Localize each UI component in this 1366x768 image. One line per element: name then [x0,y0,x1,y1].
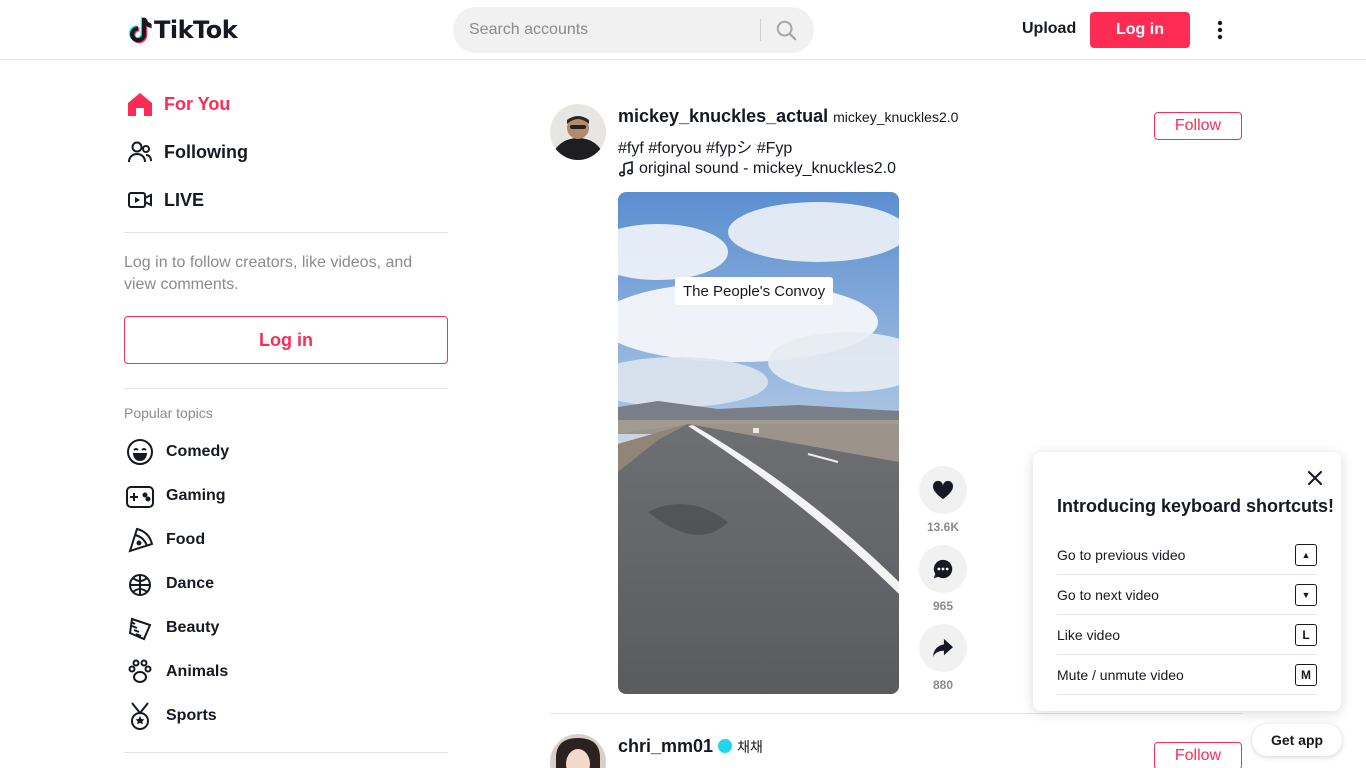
nav-label: Following [164,141,248,162]
topic-label: Food [166,531,206,548]
follow-button[interactable]: Follow [1154,742,1242,768]
keyboard-shortcuts-popup: Introducing keyboard shortcuts! Go to pr… [1033,452,1341,711]
shortcuts-title: Introducing keyboard shortcuts! [1057,496,1335,516]
search-input[interactable] [469,21,759,39]
logo-text: TikTok [154,16,238,44]
video-player[interactable]: The People's Convoy [618,192,899,694]
share-action[interactable]: 880 [919,624,967,692]
search-divider [760,19,761,41]
post-caption[interactable]: #fyf #foryou #fypシ #Fyp [618,134,792,158]
topic-animals[interactable]: Animals [124,652,228,692]
topic-label: Sports [166,707,217,724]
topic-label: Dance [166,575,215,592]
author-nickname: mickey_knuckles2.0 [833,109,959,125]
shortcut-label: Go to next video [1057,586,1159,603]
close-button[interactable] [1303,466,1327,490]
like-button[interactable] [919,466,967,514]
author-username[interactable]: mickey_knuckles_actual [618,106,828,127]
food-icon [124,524,156,556]
sound-label: original sound - mickey_knuckles2.0 [639,160,897,177]
like-count: 13.6K [926,520,960,534]
heart-icon [932,480,954,500]
nav-live[interactable]: LIVE [124,180,448,220]
shortcut-label: Like video [1057,626,1121,643]
shortcut-key: L [1295,623,1317,646]
shortcut-row: Go to next video ▼ [1057,575,1317,615]
music-note-icon [618,161,634,177]
shortcut-label: Go to previous video [1057,546,1186,563]
search-bar [453,7,814,53]
video-text-overlay: The People's Convoy [675,277,834,305]
gaming-icon [124,480,156,512]
upload-button[interactable]: Upload [1016,13,1082,45]
post-sound[interactable]: original sound - mickey_knuckles2.0 [618,160,896,178]
live-icon [124,184,156,216]
topic-food[interactable]: Food [124,520,205,560]
left-sidebar: For You Following LIVE Log in to follow … [124,60,448,768]
like-action[interactable]: 13.6K [919,466,967,534]
nav-label: For You [164,93,231,114]
post-author[interactable]: chri_mm01 채채 [618,736,763,757]
search-button[interactable] [771,17,801,43]
sidebar-login-button[interactable]: Log in [124,316,448,364]
animals-icon [124,656,156,688]
search-icon [776,20,797,41]
follow-button[interactable]: Follow [1154,112,1242,140]
post-divider [550,713,1242,714]
topic-dance[interactable]: Dance [124,564,214,604]
shortcut-row: Like video L [1057,615,1317,655]
nav-for-you[interactable]: For You [124,84,448,124]
shortcut-row: Mute / unmute video M [1057,655,1317,695]
more-menu-button[interactable] [1208,14,1232,46]
feed-post: chri_mm01 채채 [550,734,1242,768]
topic-gaming[interactable]: Gaming [124,476,226,516]
sidebar-divider [124,388,448,389]
sidebar-divider [124,232,448,233]
shortcut-row: Go to previous video ▲ [1057,535,1317,575]
topic-beauty[interactable]: Beauty [124,608,219,648]
comment-icon [933,559,953,579]
sidebar-divider [124,752,448,753]
more-vertical-icon [1217,20,1223,40]
get-app-button[interactable]: Get app [1252,724,1342,756]
login-hint-text: Log in to follow creators, like videos, … [124,254,413,293]
comment-action[interactable]: 965 [919,545,967,613]
people-icon [124,136,156,168]
shortcut-label: Mute / unmute video [1057,666,1184,683]
share-count: 880 [932,678,954,692]
top-header: TikTok Upload Log in [0,0,1366,60]
topic-label: Comedy [166,443,230,460]
author-nickname: 채채 [737,739,763,755]
popular-topics-title: Popular topics [124,405,213,421]
avatar[interactable] [550,734,606,768]
topic-label: Beauty [166,619,220,636]
shortcut-key: ▼ [1295,583,1317,606]
beauty-icon [124,612,156,644]
author-username[interactable]: chri_mm01 [618,736,713,757]
comment-button[interactable] [919,545,967,593]
header-login-button[interactable]: Log in [1090,12,1190,48]
home-icon [124,88,156,120]
share-button[interactable] [919,624,967,672]
comedy-icon [124,436,156,468]
sports-icon [124,700,156,732]
nav-following[interactable]: Following [124,132,448,172]
shortcut-key: ▲ [1295,543,1317,566]
share-icon [933,638,953,658]
topic-comedy[interactable]: Comedy [124,432,229,472]
tiktok-logo-icon [128,17,152,44]
verified-badge-icon [718,739,733,753]
comment-count: 965 [932,599,954,613]
shortcut-key: M [1295,663,1317,686]
video-thumbnail [618,192,899,694]
topic-label: Animals [166,663,229,680]
tiktok-logo[interactable]: TikTok [128,14,238,46]
post-author[interactable]: mickey_knuckles_actual mickey_knuckles2.… [618,106,958,127]
avatar[interactable] [550,104,606,160]
topic-label: Gaming [166,487,226,504]
nav-label: LIVE [164,189,205,210]
topic-sports[interactable]: Sports [124,696,217,736]
dance-icon [124,568,156,600]
close-icon [1308,471,1322,485]
